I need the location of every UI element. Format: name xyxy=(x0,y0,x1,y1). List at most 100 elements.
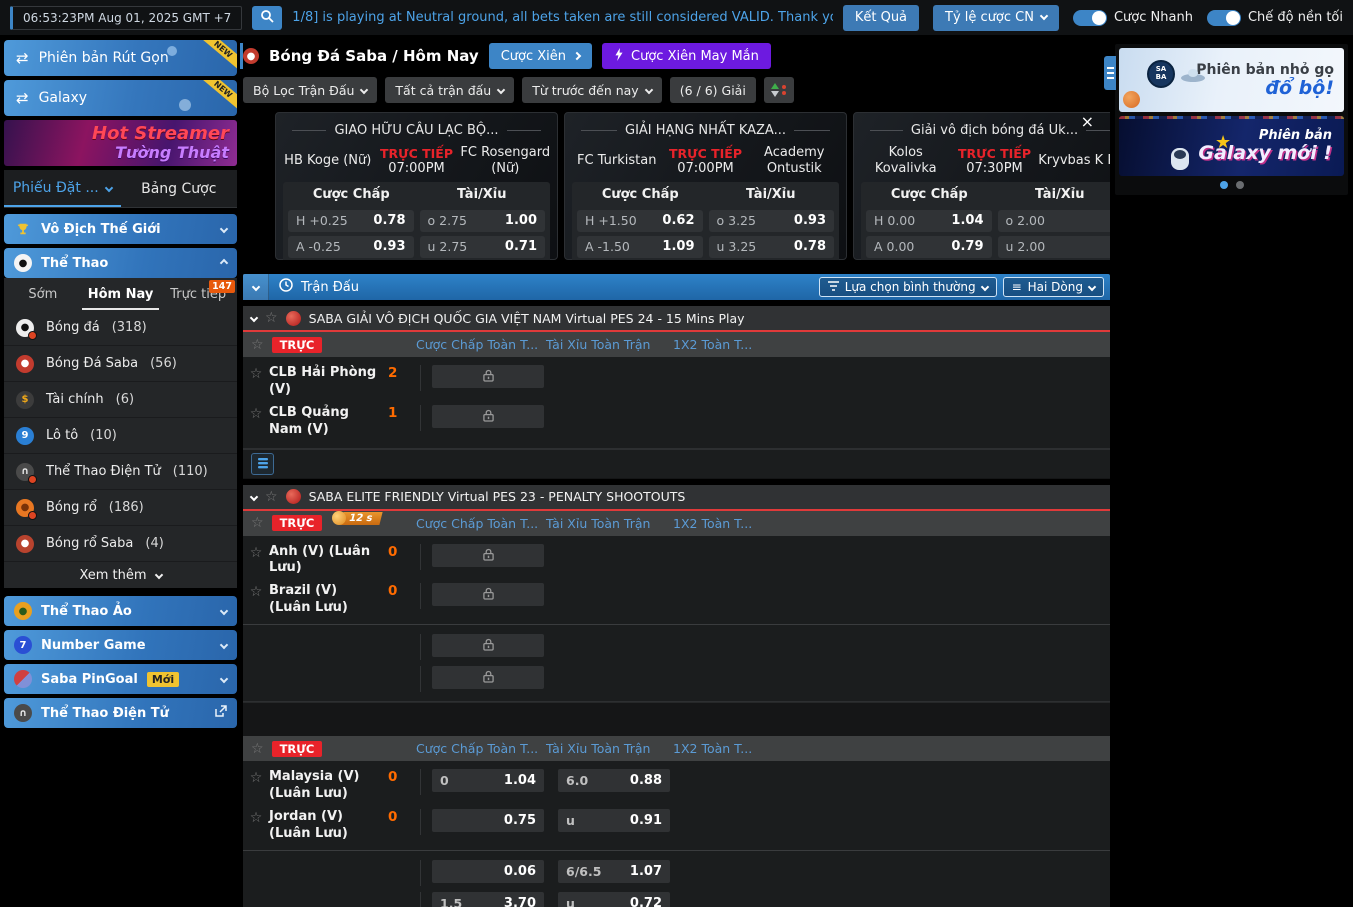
column-1x2-link[interactable]: 1X2 Toàn T... xyxy=(673,337,752,352)
odds-cell-over[interactable]: o 2.00 xyxy=(998,210,1111,232)
sidebar-item-world-cup[interactable]: Vô Địch Thế Giới xyxy=(4,214,237,244)
locked-odds-cell[interactable] xyxy=(432,365,544,388)
column-handicap-link[interactable]: Cược Chấp Toàn T... xyxy=(416,516,538,531)
tab-bet-slip[interactable]: Phiếu Đặt ... xyxy=(4,170,121,207)
lock-icon xyxy=(483,636,494,655)
chevron-down-icon xyxy=(360,86,368,94)
sidebar-item-basketball[interactable]: ● Bóng rổ(186) xyxy=(4,490,237,526)
locked-odds-cell[interactable] xyxy=(432,544,544,567)
favorite-star-icon[interactable]: ☆ xyxy=(251,338,264,352)
column-handicap-link[interactable]: Cược Chấp Toàn T... xyxy=(416,741,538,756)
sort-button[interactable] xyxy=(764,77,794,103)
odds-cell-under[interactable]: u0.91 xyxy=(558,809,670,832)
odds-cell-under[interactable]: u 2.750.71 xyxy=(420,236,546,258)
odds-cell-over[interactable]: o 2.751.00 xyxy=(420,210,546,232)
favorite-star-icon[interactable]: ☆ xyxy=(243,544,269,560)
carousel-dot-active[interactable] xyxy=(1220,181,1228,189)
sidebar-item-soccer[interactable]: ● Bóng đá(318) xyxy=(4,310,237,346)
odds-cell-handicap-home[interactable]: 01.04 xyxy=(432,769,544,792)
tab-live[interactable]: Trực tiếp 147 xyxy=(159,278,237,310)
odds-cell-handicap-away[interactable]: 0.75 xyxy=(432,809,544,832)
toggle-on-icon xyxy=(1207,10,1241,26)
odds-cell-over[interactable]: 6.00.88 xyxy=(558,769,670,792)
odds-cell-handicap-away[interactable]: 1.53.70 xyxy=(432,892,544,907)
odds-cell-over[interactable]: o 3.250.93 xyxy=(709,210,835,232)
time-range-dropdown[interactable]: Từ trước đến nay xyxy=(522,77,662,103)
tab-early[interactable]: Sớm xyxy=(4,278,82,310)
lucky-parlay-button[interactable]: Cược Xiên May Mắn xyxy=(602,43,771,69)
locked-odds-cell[interactable] xyxy=(432,634,544,657)
odds-type-dropdown[interactable]: Tỷ lệ cược CN xyxy=(933,5,1059,31)
handicap-header: Cược Chấp xyxy=(286,187,417,202)
sidebar-item-sports[interactable]: ● Thể Thao xyxy=(4,248,237,278)
locked-odds-cell[interactable] xyxy=(432,405,544,428)
league-count-button[interactable]: (6 / 6) Giải xyxy=(670,77,756,103)
line-mode-dropdown[interactable]: ≡ Hai Dòng xyxy=(1003,277,1104,297)
odds-cell-over[interactable]: 6/6.51.07 xyxy=(558,860,670,883)
league-bar[interactable]: ☆ SABA GIẢI VÔ ĐỊCH QUỐC GIA VIỆT NAM Vi… xyxy=(243,306,1110,332)
sidebar-item-lotto[interactable]: 9 Lô tô(10) xyxy=(4,418,237,454)
quick-bet-toggle[interactable]: Cược Nhanh xyxy=(1073,10,1193,26)
favorite-star-icon[interactable]: ☆ xyxy=(243,809,269,825)
tab-today[interactable]: Hôm Nay xyxy=(82,278,160,310)
locked-odds-cell[interactable] xyxy=(432,583,544,606)
odds-cell-under[interactable]: u0.72 xyxy=(558,892,670,907)
sidebar-item-saba-basketball[interactable]: ● Bóng rổ Saba(4) xyxy=(4,526,237,562)
favorite-star-icon[interactable]: ☆ xyxy=(243,769,269,785)
compact-version-button[interactable]: ⇄ Phiên bản Rút Gọn NEW xyxy=(4,40,237,76)
sidebar-item-number-game[interactable]: 7 Number Game xyxy=(4,630,237,660)
tab-bet-board[interactable]: Bảng Cược xyxy=(121,170,238,207)
compact-version-banner[interactable]: SABA Phiên bản nhỏ gọ đổ bộ! xyxy=(1119,48,1344,112)
panel-collapse-handle[interactable] xyxy=(1104,56,1116,90)
sidebar-item-pingoal[interactable]: Saba PinGoal Mới xyxy=(4,664,237,694)
sidebar-item-virtual-sports[interactable]: ● Thể Thao Ảo xyxy=(4,596,237,626)
over-under-header: Tài/Xỉu xyxy=(706,187,837,202)
sidebar-item-finance[interactable]: $ Tài chính(6) xyxy=(4,382,237,418)
favorite-star-icon[interactable]: ☆ xyxy=(243,583,269,599)
league-bar[interactable]: ☆ SABA ELITE FRIENDLY Virtual PES 23 - P… xyxy=(243,485,1110,511)
odds-cell-away-handicap[interactable]: A 0.000.79 xyxy=(866,236,992,258)
favorite-star-icon[interactable]: ☆ xyxy=(265,490,278,504)
live-label: TRỰC TIẾP xyxy=(663,146,749,161)
column-over-under-link[interactable]: Tài Xỉu Toàn Trận xyxy=(546,516,650,531)
parlay-button[interactable]: Cược Xiên xyxy=(489,43,592,69)
sidebar-item-saba-soccer[interactable]: ● Bóng Đá Saba(56) xyxy=(4,346,237,382)
column-over-under-link[interactable]: Tài Xỉu Toàn Trận xyxy=(546,337,650,352)
column-1x2-link[interactable]: 1X2 Toàn T... xyxy=(673,741,752,756)
favorite-star-icon[interactable]: ☆ xyxy=(251,516,264,530)
favorite-star-icon[interactable]: ☆ xyxy=(243,405,269,421)
column-handicap-link[interactable]: Cược Chấp Toàn T... xyxy=(416,337,538,352)
sidebar-item-esports[interactable]: ∩ Thể Thao Điện Tử(110) xyxy=(4,454,237,490)
odds-cell-home-handicap[interactable]: H +1.500.62 xyxy=(577,210,703,232)
sidebar-item-esports-portal[interactable]: ∩ Thể Thao Điện Tử xyxy=(4,698,237,728)
odds-cell-handicap-home[interactable]: 0.06 xyxy=(432,860,544,883)
odds-cell-home-handicap[interactable]: H +0.250.78 xyxy=(288,210,414,232)
close-icon[interactable]: × xyxy=(1081,114,1094,130)
odds-cell-under[interactable]: u 3.250.78 xyxy=(709,236,835,258)
odds-cell-away-handicap[interactable]: A -1.501.09 xyxy=(577,236,703,258)
view-mode-dropdown[interactable]: Lựa chọn bình thường xyxy=(819,277,997,297)
locked-odds-cell[interactable] xyxy=(432,666,544,689)
favorite-star-icon[interactable]: ☆ xyxy=(265,311,278,325)
favorite-star-icon[interactable]: ☆ xyxy=(243,365,269,381)
dark-mode-toggle[interactable]: Chế độ nền tối xyxy=(1207,10,1343,26)
show-more-button[interactable]: Xem thêm xyxy=(4,562,237,588)
results-button[interactable]: Kết Quả xyxy=(843,5,919,31)
promo-panel: SABA Phiên bản nhỏ gọ đổ bộ! ★ Phiên bản… xyxy=(1115,44,1348,195)
more-markets-button[interactable] xyxy=(251,453,274,475)
galaxy-version-banner[interactable]: ★ Phiên bản Galaxy mới ! xyxy=(1119,116,1344,176)
favorite-star-icon[interactable]: ☆ xyxy=(251,742,264,756)
column-over-under-link[interactable]: Tài Xỉu Toàn Trận xyxy=(546,741,650,756)
odds-cell-away-handicap[interactable]: A -0.250.93 xyxy=(288,236,414,258)
all-matches-dropdown[interactable]: Tất cả trận đấu xyxy=(385,77,514,103)
two-lines-icon: ≡ xyxy=(1012,280,1022,294)
odds-cell-home-handicap[interactable]: H 0.001.04 xyxy=(866,210,992,232)
match-filter-dropdown[interactable]: Bộ Lọc Trận Đấu xyxy=(243,77,377,103)
hot-streamer-banner[interactable]: Hot Streamer Tường Thuật xyxy=(4,120,237,166)
collapse-board-button[interactable] xyxy=(243,274,269,300)
odds-cell-under[interactable]: u 2.00 xyxy=(998,236,1111,258)
galaxy-version-button[interactable]: ⇄ Galaxy NEW xyxy=(4,80,237,116)
column-1x2-link[interactable]: 1X2 Toàn T... xyxy=(673,516,752,531)
search-button[interactable] xyxy=(252,6,282,30)
carousel-dot[interactable] xyxy=(1236,181,1244,189)
